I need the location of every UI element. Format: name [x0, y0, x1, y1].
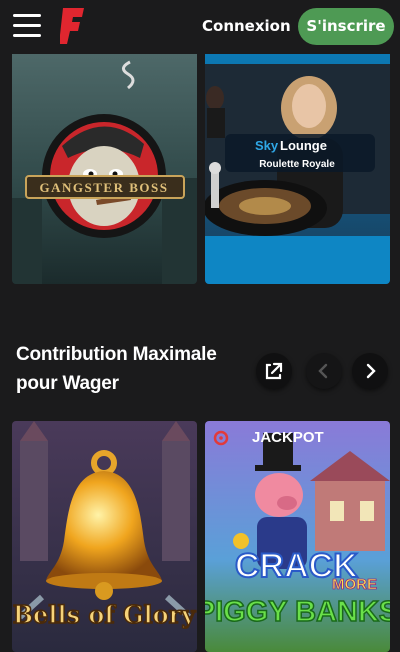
- piggy-banks-artwork: CRACK MORE PIGGY BANKS: [205, 421, 390, 652]
- skylounge-brand-sky: Sky: [255, 138, 279, 153]
- bells-of-glory-title: Bells of Glory: [13, 600, 197, 629]
- login-button[interactable]: Connexion: [202, 17, 291, 35]
- skylounge-artwork: Sky Lounge Roulette Royale: [205, 48, 390, 284]
- piggy-title-piggy-banks: PIGGY BANKS: [205, 596, 390, 628]
- bells-of-glory-artwork: Bells of Glory: [12, 421, 197, 652]
- external-link-icon: [265, 362, 283, 380]
- menu-icon[interactable]: [13, 14, 41, 38]
- signup-button[interactable]: S'inscrire: [298, 8, 394, 45]
- skylounge-brand-lounge: Lounge: [280, 138, 327, 153]
- carousel-next-button[interactable]: [352, 353, 388, 389]
- game-card-piggy-banks[interactable]: CRACK MORE PIGGY BANKS: [205, 421, 390, 652]
- jackpot-label: JACKPOT: [252, 429, 324, 446]
- game-card-skylounge[interactable]: Sky Lounge Roulette Royale: [205, 48, 390, 284]
- top-header: Connexion S'inscrire: [0, 0, 400, 54]
- skylounge-subtitle: Roulette Royale: [259, 159, 335, 170]
- game-card-gangster-boss[interactable]: GANGSTER BOSS: [12, 48, 197, 284]
- jackpot-badge: JACKPOT: [252, 429, 324, 449]
- brand-logo[interactable]: [60, 6, 86, 46]
- piggy-title-more: MORE: [332, 576, 377, 593]
- gangster-boss-title: GANGSTER BOSS: [40, 180, 169, 195]
- section-title: Contribution Maximale pour Wager: [16, 344, 217, 394]
- game-card-bells-of-glory[interactable]: Bells of Glory: [12, 421, 197, 652]
- chevron-right-icon: [366, 363, 376, 379]
- gangster-boss-artwork: GANGSTER BOSS: [12, 48, 197, 284]
- carousel-prev-button[interactable]: [306, 353, 342, 389]
- chevron-left-icon: [318, 363, 328, 379]
- open-section-button[interactable]: [256, 353, 292, 389]
